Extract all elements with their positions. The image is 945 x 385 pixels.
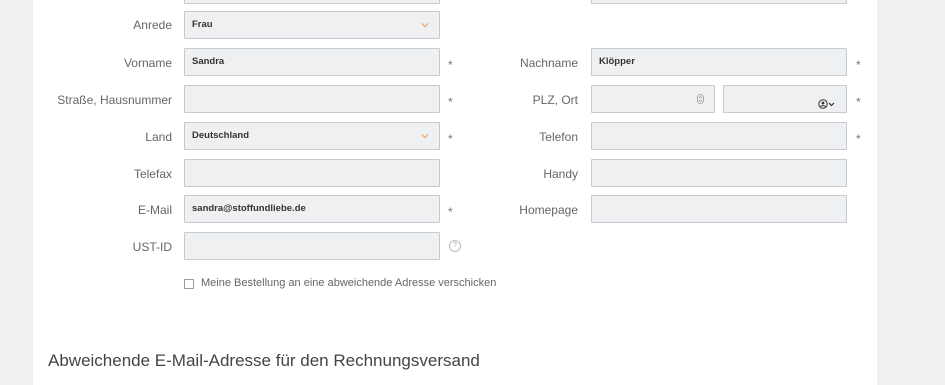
mobile-input[interactable]	[591, 159, 847, 187]
alt-address-checkbox[interactable]	[184, 279, 194, 289]
city-select[interactable]	[723, 85, 847, 113]
email-input[interactable]: sandra@stoffundliebe.de	[184, 195, 440, 223]
person-chevron-icon	[818, 94, 836, 109]
street-label: Straße, Hausnummer	[57, 93, 172, 107]
country-required-marker: *	[448, 132, 453, 146]
first-name-required-marker: *	[448, 58, 453, 72]
last-name-value: Klöpper	[599, 56, 635, 67]
street-required-marker: *	[448, 95, 453, 109]
country-value: Deutschland	[192, 130, 250, 141]
chevron-down-icon	[421, 134, 429, 139]
chevron-down-icon	[421, 23, 429, 28]
section-title: Abweichende E-Mail-Adresse für den Rechn…	[48, 351, 480, 370]
country-label: Land	[145, 130, 172, 144]
first-name-label: Vorname	[123, 56, 172, 70]
phone-label: Telefon	[539, 130, 578, 144]
zip-city-label: PLZ, Ort	[532, 93, 578, 107]
email-label: E-Mail	[137, 203, 172, 217]
fax-input[interactable]	[184, 159, 440, 187]
zip-city-required-marker: *	[856, 95, 861, 109]
first-name-value: Sandra	[192, 56, 225, 67]
salutation-select[interactable]: Frau	[184, 11, 440, 39]
email-required-marker: *	[448, 205, 453, 219]
homepage-input[interactable]	[591, 195, 847, 223]
first-name-input[interactable]: Sandra	[184, 48, 440, 76]
last-name-label: Nachname	[519, 56, 578, 70]
vat-id-input[interactable]	[184, 232, 440, 260]
previous-field-left[interactable]	[184, 0, 440, 4]
email-value: sandra@stoffundliebe.de	[192, 203, 306, 214]
previous-field-right[interactable]	[591, 0, 847, 4]
phone-required-marker: *	[856, 132, 861, 146]
street-input[interactable]	[184, 85, 440, 113]
homepage-label: Homepage	[519, 203, 578, 217]
last-name-required-marker: *	[856, 58, 861, 72]
phone-input[interactable]	[591, 122, 847, 150]
salutation-value: Frau	[192, 19, 213, 30]
country-select[interactable]: Deutschland	[184, 122, 440, 150]
last-name-input[interactable]: Klöpper	[591, 48, 847, 76]
mobile-label: Handy	[543, 167, 578, 181]
help-icon[interactable]: ?	[449, 240, 461, 252]
fax-label: Telefax	[133, 167, 172, 181]
vat-id-label: UST-ID	[132, 240, 172, 254]
alt-address-checkbox-label[interactable]: Meine Bestellung an eine abweichende Adr…	[201, 277, 496, 289]
stepper-icon[interactable]	[697, 94, 704, 104]
salutation-label: Anrede	[133, 18, 172, 32]
zip-input[interactable]	[591, 85, 715, 113]
